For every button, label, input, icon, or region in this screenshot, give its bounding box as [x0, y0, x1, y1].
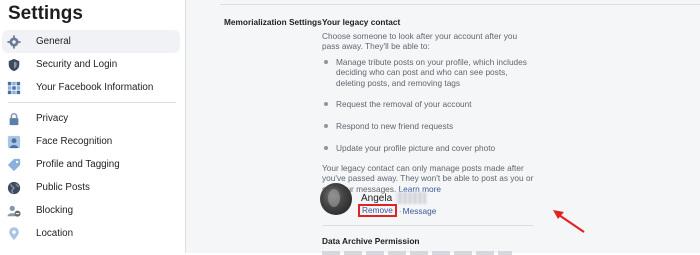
separator: · [398, 205, 402, 216]
contact-name[interactable]: Angela [361, 193, 392, 204]
settings-sidebar: Settings General Security and Login Your… [0, 0, 186, 253]
block-user-icon [7, 204, 21, 218]
sidebar-item-general[interactable]: General [2, 30, 180, 53]
sidebar-item-label: Security and Login [36, 59, 118, 70]
avatar[interactable] [320, 183, 352, 215]
section-title: Your legacy contact [322, 17, 401, 27]
intro-text: Choose someone to look after your accoun… [322, 31, 518, 52]
sidebar-item-face-recognition[interactable]: Face Recognition [2, 130, 180, 153]
contact-info: Angela Remove · Message [358, 192, 437, 217]
sidebar-item-blocking[interactable]: Blocking [2, 199, 180, 222]
sidebar-item-profile-tagging[interactable]: Profile and Tagging [2, 153, 180, 176]
sidebar-item-security[interactable]: Security and Login [2, 53, 180, 76]
list-item: Request the removal of your account [322, 99, 534, 110]
shield-icon [7, 58, 21, 72]
sidebar-item-label: Privacy [36, 113, 69, 124]
sidebar-item-label: Profile and Tagging [36, 159, 120, 170]
sidebar-item-label: Location [36, 228, 74, 239]
gear-icon [7, 34, 21, 49]
permissions-list: Manage tribute posts on your profile, wh… [322, 57, 534, 154]
list-item: Manage tribute posts on your profile, wh… [322, 57, 534, 89]
redacted-surname [396, 192, 427, 204]
sidebar-item-label: General [36, 36, 71, 47]
top-divider [220, 4, 700, 5]
location-pin-icon [7, 226, 21, 241]
memorialization-settings-label: Memorialization Settings [224, 17, 322, 27]
cutoff-text [322, 251, 512, 255]
sidebar-item-location[interactable]: Location [2, 222, 180, 245]
sidebar-title: Settings [8, 3, 83, 24]
remove-button[interactable]: Remove [358, 204, 397, 217]
contact-actions: Remove · Message [358, 204, 437, 217]
section-divider [322, 225, 534, 226]
lock-icon [7, 112, 21, 126]
contact-name-row: Angela [361, 192, 436, 204]
facebook-grid-icon [7, 81, 21, 95]
globe-icon [7, 181, 21, 195]
face-icon [7, 135, 21, 149]
red-arrow-annotation [553, 210, 585, 233]
message-button[interactable]: Message [403, 206, 437, 216]
list-item: Respond to new friend requests [322, 121, 534, 132]
sidebar-item-label: Face Recognition [36, 136, 113, 147]
sidebar-item-label: Public Posts [36, 182, 90, 193]
sidebar-item-label: Your Facebook Information [36, 82, 154, 93]
sidebar-item-label: Blocking [36, 205, 74, 216]
sidebar-item-facebook-information[interactable]: Your Facebook Information [2, 76, 180, 99]
sidebar-item-public-posts[interactable]: Public Posts [2, 176, 180, 199]
data-archive-permission-title: Data Archive Permission [322, 236, 420, 246]
list-item: Update your profile picture and cover ph… [322, 143, 534, 154]
tag-icon [7, 158, 21, 172]
sidebar-divider [8, 102, 176, 103]
settings-main: Memorialization Settings Your legacy con… [186, 0, 700, 255]
legacy-contact-card: Angela Remove · Message [320, 183, 436, 217]
sidebar-item-privacy[interactable]: Privacy [2, 107, 180, 130]
legacy-contact-section: Your legacy contact Choose someone to lo… [322, 17, 534, 194]
